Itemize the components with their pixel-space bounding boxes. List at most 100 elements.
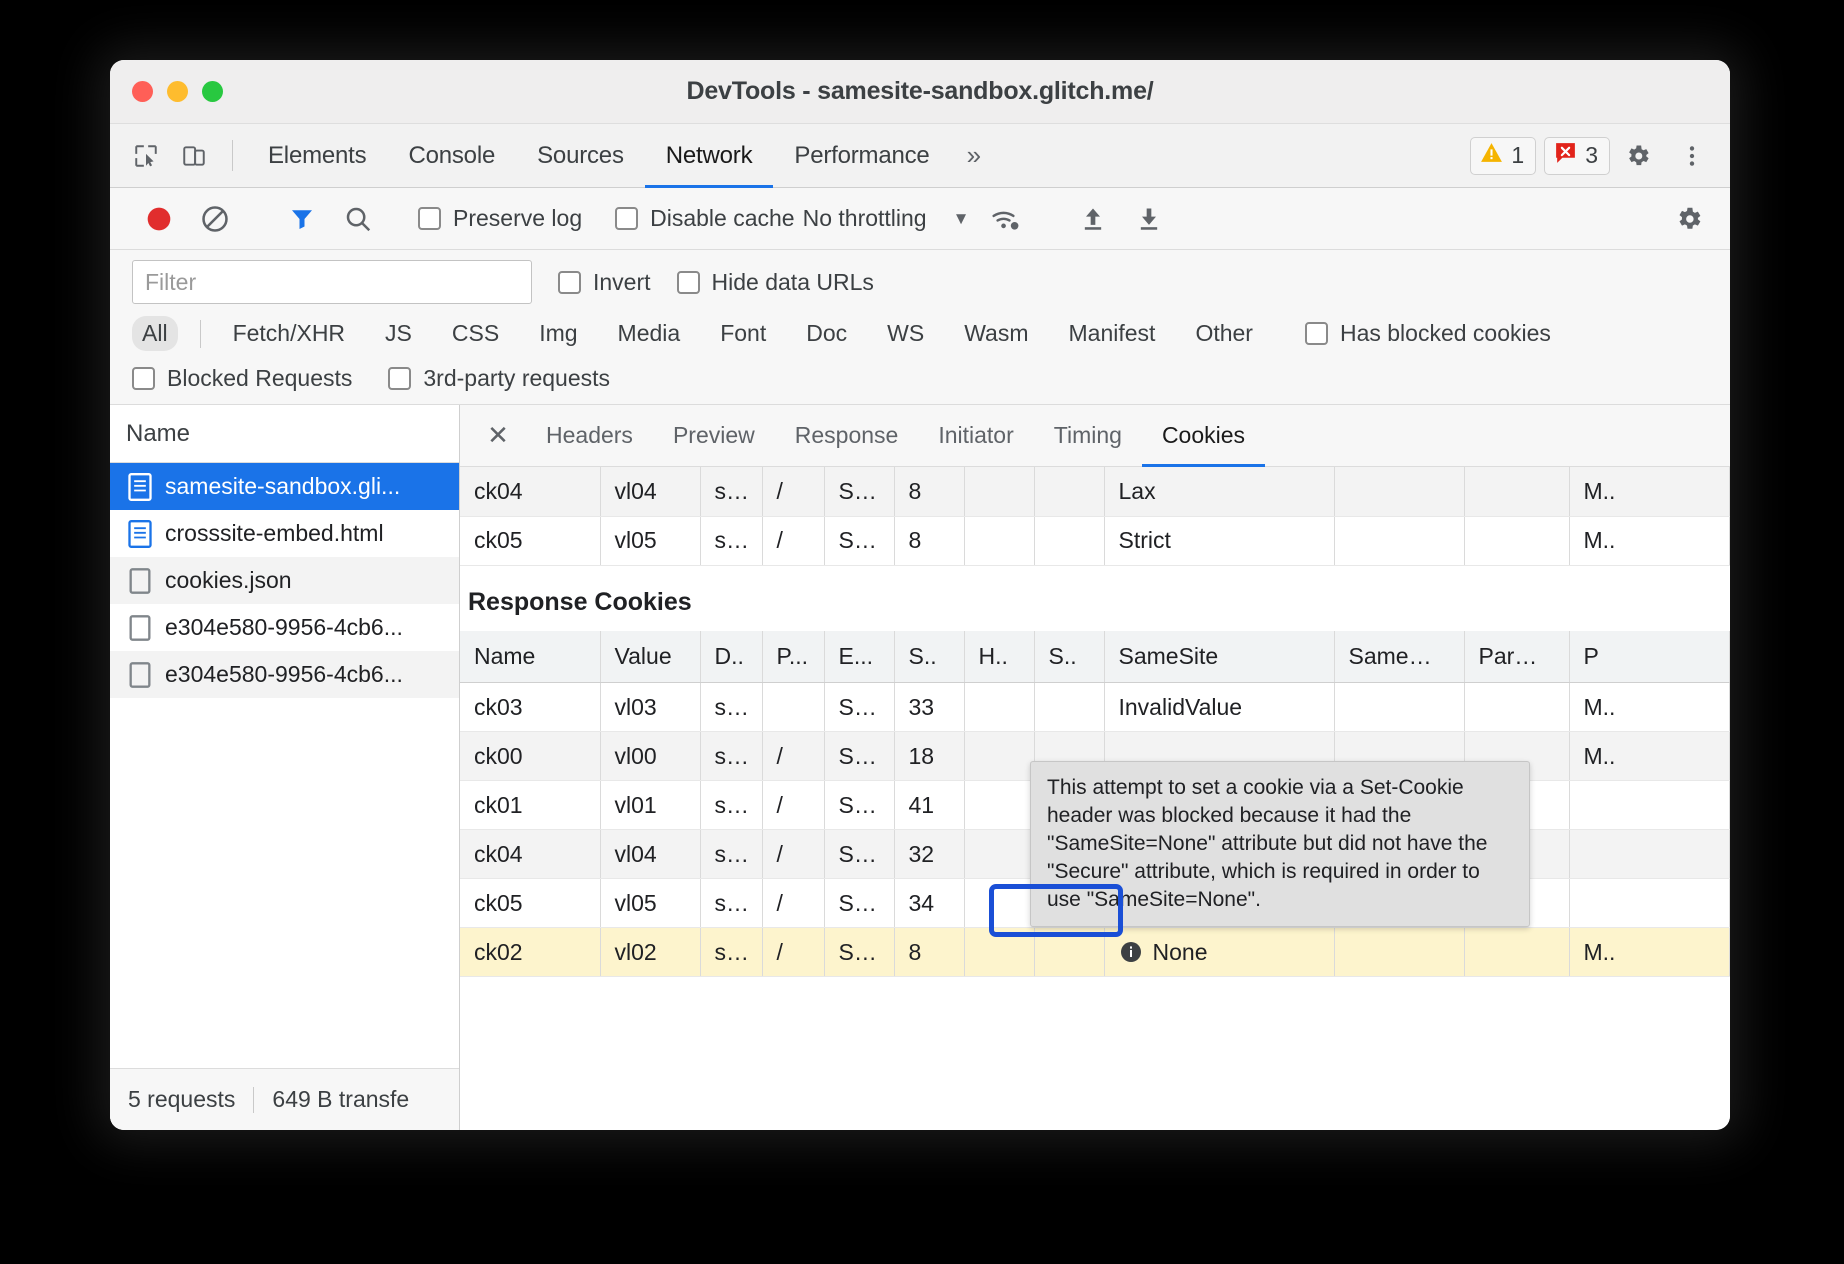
search-icon[interactable] [331,192,385,246]
table-row[interactable]: ck04 vl04 s… / S… 8 Lax [460,467,1730,516]
third-party-requests-box[interactable] [388,367,411,390]
cell-priority: M.. [1569,928,1730,977]
table-row[interactable]: ck03 vl03 s… S… 33 InvalidValue [460,683,1730,732]
col-priority[interactable]: P [1569,631,1730,683]
col-domain[interactable]: D.. [700,631,762,683]
invert-box[interactable] [558,271,581,294]
more-options-kebab-icon[interactable] [1668,143,1716,169]
network-settings-gear-icon[interactable] [1662,192,1716,246]
cell-httponly [964,879,1034,928]
col-partition[interactable]: Par… [1464,631,1569,683]
request-list-header[interactable]: Name [110,405,459,463]
tab-preview[interactable]: Preview [653,405,775,466]
list-item-label: e304e580-9956-4cb6... [165,661,403,688]
tab-console[interactable]: Console [387,124,516,187]
tab-response[interactable]: Response [775,405,919,466]
request-cookies-table: ck04 vl04 s… / S… 8 Lax [460,467,1730,566]
type-filter-css[interactable]: CSS [442,316,509,351]
cell-size: 8 [894,467,964,516]
export-har-icon[interactable] [1122,192,1176,246]
list-item[interactable]: cookies.json [110,557,459,604]
type-filter-fetch-xhr[interactable]: Fetch/XHR [223,316,355,351]
type-filter-img[interactable]: Img [529,316,587,351]
col-secure[interactable]: S.. [1034,631,1104,683]
filter-row-primary: Filter Invert Hide data URLs [132,260,1708,304]
type-filter-wasm[interactable]: Wasm [954,316,1038,351]
col-size[interactable]: S.. [894,631,964,683]
inspect-element-icon[interactable] [122,124,170,187]
type-filter-ws[interactable]: WS [877,316,934,351]
tab-initiator[interactable]: Initiator [918,405,1033,466]
type-filter-font[interactable]: Font [710,316,776,351]
preserve-log-checkbox[interactable]: Preserve log [418,205,582,232]
cell-partition [1464,683,1569,732]
close-icon[interactable]: ✕ [470,405,526,466]
third-party-requests-checkbox[interactable]: 3rd-party requests [388,365,610,392]
throttling-select[interactable]: No throttling ▼ [803,205,970,232]
type-filter-manifest[interactable]: Manifest [1059,316,1166,351]
blocked-requests-checkbox[interactable]: Blocked Requests [132,365,352,392]
hide-data-urls-box[interactable] [677,271,700,294]
type-filter-media[interactable]: Media [608,316,691,351]
col-httponly[interactable]: H.. [964,631,1034,683]
hide-data-urls-checkbox[interactable]: Hide data URLs [677,269,874,296]
disable-cache-box[interactable] [615,207,638,230]
clear-button[interactable] [188,192,242,246]
cell-samesite: Lax [1104,467,1334,516]
filter-input[interactable]: Filter [132,260,532,304]
more-tabs-icon[interactable]: » [951,124,997,187]
tab-network[interactable]: Network [645,124,774,187]
warning-count-badge[interactable]: 1 [1470,137,1536,175]
preserve-log-box[interactable] [418,207,441,230]
cell-path: / [762,781,824,830]
col-expires[interactable]: E... [824,631,894,683]
cell-value: vl05 [600,879,700,928]
col-name[interactable]: Name [460,631,600,683]
has-blocked-cookies-checkbox[interactable]: Has blocked cookies [1305,320,1551,347]
cell-samepartykey [1334,928,1464,977]
device-toolbar-icon[interactable] [170,124,218,187]
list-item[interactable]: e304e580-9956-4cb6... [110,604,459,651]
cell-priority: M.. [1569,732,1730,781]
cell-httponly [964,732,1034,781]
list-item[interactable]: samesite-sandbox.gli... [110,463,459,510]
cell-path: / [762,516,824,565]
import-har-icon[interactable] [1066,192,1120,246]
type-filter-all[interactable]: All [132,316,178,351]
col-value[interactable]: Value [600,631,700,683]
col-samepartykey[interactable]: Same… [1334,631,1464,683]
tab-sources[interactable]: Sources [516,124,645,187]
record-button[interactable] [132,192,186,246]
tab-performance[interactable]: Performance [773,124,950,187]
disable-cache-checkbox[interactable]: Disable cache [615,205,794,232]
tab-cookies[interactable]: Cookies [1142,405,1265,466]
table-row[interactable]: ck05 vl05 s… / S… 8 Strict [460,516,1730,565]
error-count-badge[interactable]: 3 [1544,137,1610,175]
request-list[interactable]: samesite-sandbox.gli... crosssite-embed.… [110,463,459,1068]
cell-priority [1569,781,1730,830]
third-party-requests-label: 3rd-party requests [423,365,610,392]
network-conditions-icon[interactable] [979,192,1033,246]
cell-secure [1034,467,1104,516]
blocked-requests-box[interactable] [132,367,155,390]
col-path[interactable]: P... [762,631,824,683]
list-item[interactable]: e304e580-9956-4cb6... [110,651,459,698]
invert-checkbox[interactable]: Invert [558,269,651,296]
tab-timing[interactable]: Timing [1034,405,1142,466]
type-filter-js[interactable]: JS [375,316,422,351]
settings-gear-icon[interactable] [1614,142,1662,170]
filter-funnel-icon[interactable] [275,192,329,246]
list-item[interactable]: crosssite-embed.html [110,510,459,557]
tab-elements[interactable]: Elements [247,124,387,187]
type-filter-other[interactable]: Other [1185,316,1263,351]
tab-headers[interactable]: Headers [526,405,653,466]
disable-cache-label: Disable cache [650,205,794,232]
detail-tabbar: ✕ Headers Preview Response Initiator Tim… [460,405,1730,467]
cell-domain: s… [700,830,762,879]
cell-partition [1464,467,1569,516]
table-row[interactable]: ck02 vl02 s… / S… 8 [460,928,1730,977]
type-filter-doc[interactable]: Doc [796,316,857,351]
col-samesite[interactable]: SameSite [1104,631,1334,683]
has-blocked-cookies-box[interactable] [1305,322,1328,345]
cell-samesite-blocked[interactable]: None [1104,928,1334,977]
